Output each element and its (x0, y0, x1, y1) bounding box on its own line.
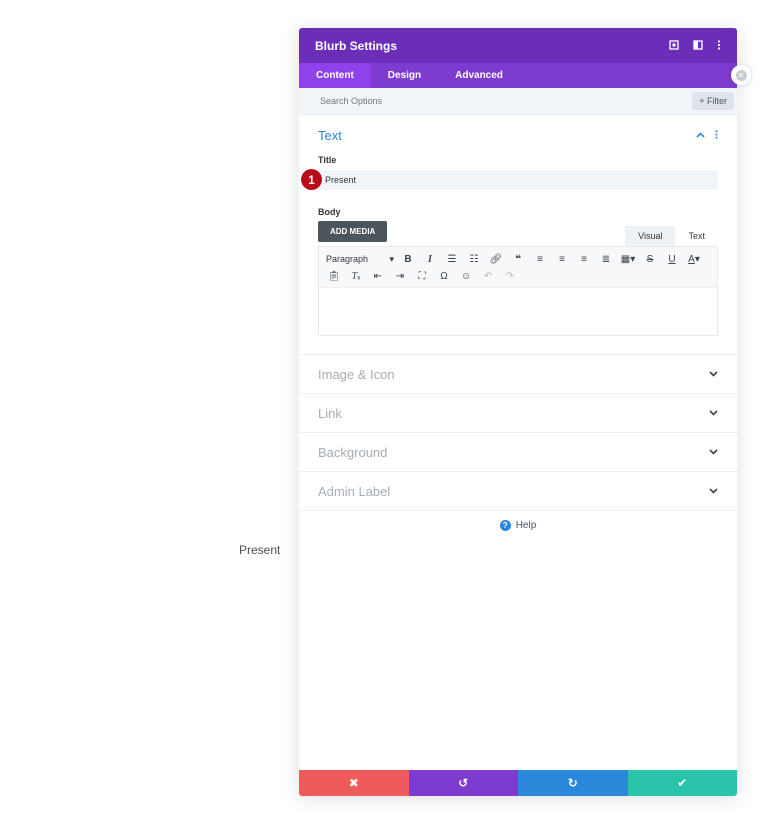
section-link[interactable]: Link (299, 393, 737, 432)
undo-button[interactable]: ↺ (408, 770, 518, 796)
help-icon: ? (499, 520, 511, 531)
bold-icon[interactable]: B (397, 254, 419, 265)
help-link[interactable]: ? Help (299, 520, 737, 531)
body-editor-area[interactable] (319, 288, 717, 335)
panel-header: Blurb Settings (299, 28, 737, 63)
align-right-icon[interactable]: ≡ (573, 254, 595, 265)
paragraph-format-value: Paragraph (326, 254, 369, 264)
section-menu-icon[interactable] (715, 129, 718, 142)
emoji-icon[interactable]: ☺ (455, 271, 477, 282)
discard-button[interactable]: ✖ (299, 770, 409, 796)
undo-icon[interactable]: ↶ (477, 271, 499, 282)
tab-visual[interactable]: Visual (625, 226, 676, 246)
align-justify-icon[interactable]: ≣ (595, 254, 617, 265)
search-options-input[interactable] (318, 95, 693, 107)
step-badge: 1 (301, 169, 322, 190)
save-button[interactable]: ✔ (627, 770, 737, 796)
chevron-down-icon (709, 486, 718, 497)
paste-icon[interactable]: 📋︎ (323, 271, 345, 282)
redo-button[interactable]: ↻ (518, 770, 628, 796)
section-image-icon[interactable]: Image & Icon (299, 354, 737, 393)
text-section-header[interactable]: Text (318, 117, 718, 154)
editor-toolbar: Paragraph ▾ B I ☰ ☷ 🔗︎ ❝ ≡ ≡ ≡ ≣ ▦▾ S U (319, 247, 717, 288)
section-admin-label-title: Admin Label (318, 483, 391, 499)
indent-icon[interactable]: ⇥ (389, 271, 411, 282)
align-center-icon[interactable]: ≡ (551, 254, 573, 265)
text-section-title: Text (318, 128, 342, 143)
special-character-icon[interactable]: Ω (433, 271, 455, 282)
blockquote-icon[interactable]: ❝ (507, 254, 529, 265)
text-color-icon[interactable]: A▾ (683, 254, 705, 265)
fullscreen-editor-icon[interactable]: ⛶ (411, 271, 433, 282)
rich-text-editor: Paragraph ▾ B I ☰ ☷ 🔗︎ ❝ ≡ ≡ ≡ ≣ ▦▾ S U (318, 246, 718, 336)
section-background-title: Background (318, 444, 388, 460)
settings-tabs: Content Design Advanced (299, 63, 737, 88)
blurb-settings-panel: Blurb Settings Content Design Advanced +… (299, 28, 737, 796)
more-options-icon[interactable] (717, 37, 721, 55)
close-icon: ✖ (348, 776, 359, 790)
panel-footer: ✖ ↺ ↻ ✔ (299, 770, 737, 796)
redo-icon[interactable]: ↷ (499, 271, 521, 282)
tab-design[interactable]: Design (371, 63, 438, 88)
outdent-icon[interactable]: ⇤ (367, 271, 389, 282)
italic-icon[interactable]: I (419, 254, 441, 265)
body-label: Body (318, 207, 341, 217)
add-media-button[interactable]: ADD MEDIA (318, 221, 388, 242)
split-view-icon[interactable] (693, 37, 703, 55)
checkmark-icon: ✔ (677, 776, 688, 790)
search-row: + Filter (299, 88, 737, 115)
redo-icon: ↻ (567, 776, 578, 790)
tab-content[interactable]: Content (299, 63, 371, 88)
strikethrough-icon[interactable]: S (639, 254, 661, 265)
tab-text[interactable]: Text (675, 226, 718, 246)
panel-title: Blurb Settings (315, 38, 398, 53)
chevron-down-icon (709, 369, 718, 380)
chevron-up-icon[interactable] (696, 130, 705, 142)
help-label: Help (515, 520, 537, 531)
link-icon[interactable]: 🔗︎ (485, 254, 507, 265)
table-icon[interactable]: ▦▾ (617, 254, 639, 265)
section-background[interactable]: Background (299, 432, 737, 471)
filter-button[interactable]: + Filter (692, 92, 734, 110)
section-link-title: Link (318, 405, 342, 421)
numbered-list-icon[interactable]: ☷ (463, 254, 485, 265)
bullet-list-icon[interactable]: ☰ (441, 254, 463, 265)
chevron-down-icon (709, 408, 718, 419)
section-image-icon-title: Image & Icon (318, 366, 395, 382)
underline-icon[interactable]: U (661, 254, 683, 265)
close-panel-handle[interactable]: ✕ (731, 65, 751, 85)
section-admin-label[interactable]: Admin Label (299, 471, 737, 511)
close-icon: ✕ (735, 69, 747, 81)
module-preview-text: Present (239, 543, 281, 557)
caret-down-icon: ▾ (389, 254, 394, 264)
text-section: Text Title 1 Body ADD MEDIA Visual Text (299, 117, 737, 336)
clear-formatting-icon[interactable]: Tₓ (345, 271, 367, 282)
fullscreen-icon[interactable] (669, 37, 679, 55)
title-input[interactable] (318, 170, 718, 190)
paragraph-format-select[interactable]: Paragraph ▾ (323, 254, 397, 265)
tab-advanced[interactable]: Advanced (438, 63, 520, 88)
title-label: Title (318, 155, 337, 165)
undo-icon: ↺ (458, 776, 469, 790)
align-left-icon[interactable]: ≡ (529, 254, 551, 265)
chevron-down-icon (709, 447, 718, 458)
